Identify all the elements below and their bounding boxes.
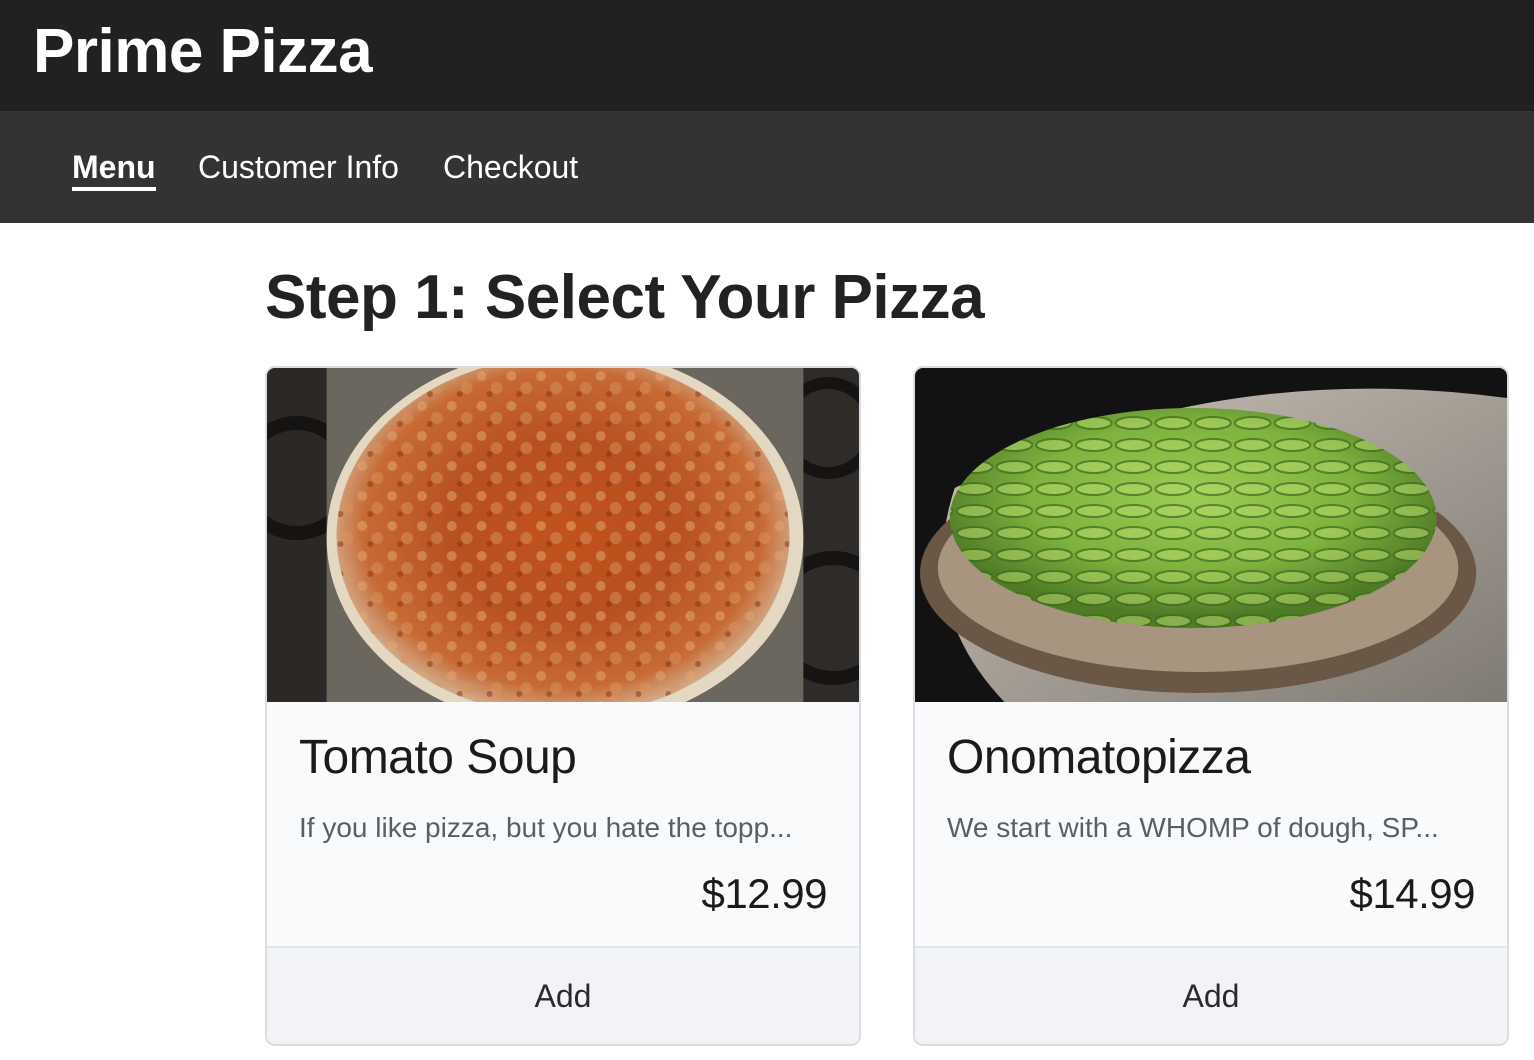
pizza-price: $14.99 bbox=[1349, 870, 1476, 917]
pizza-description: We start with a WHOMP of dough, SP... bbox=[947, 812, 1439, 843]
add-button[interactable]: Add bbox=[267, 946, 859, 1044]
pizza-price: $12.99 bbox=[701, 870, 828, 917]
pizza-image-onomatopizza bbox=[915, 368, 1507, 702]
pizza-card: Onomatopizza We start with a WHOMP of do… bbox=[913, 366, 1509, 1046]
nav-item-customer-info[interactable]: Customer Info bbox=[198, 147, 399, 187]
page-title: Step 1: Select Your Pizza bbox=[265, 263, 985, 332]
pizza-description: If you like pizza, but you hate the topp… bbox=[299, 812, 793, 843]
pizza-image-tomato-soup bbox=[267, 368, 859, 702]
pizza-name: Onomatopizza bbox=[947, 731, 1251, 784]
nav-item-checkout[interactable]: Checkout bbox=[443, 147, 578, 187]
app-title: Prime Pizza bbox=[33, 17, 373, 86]
app-header: Prime Pizza bbox=[0, 0, 1534, 111]
nav-item-menu[interactable]: Menu bbox=[72, 147, 156, 191]
nav-bar: Menu Customer Info Checkout bbox=[0, 111, 1534, 223]
add-button[interactable]: Add bbox=[915, 946, 1507, 1044]
pizza-name: Tomato Soup bbox=[299, 731, 577, 784]
pizza-card: Tomato Soup If you like pizza, but you h… bbox=[265, 366, 861, 1046]
